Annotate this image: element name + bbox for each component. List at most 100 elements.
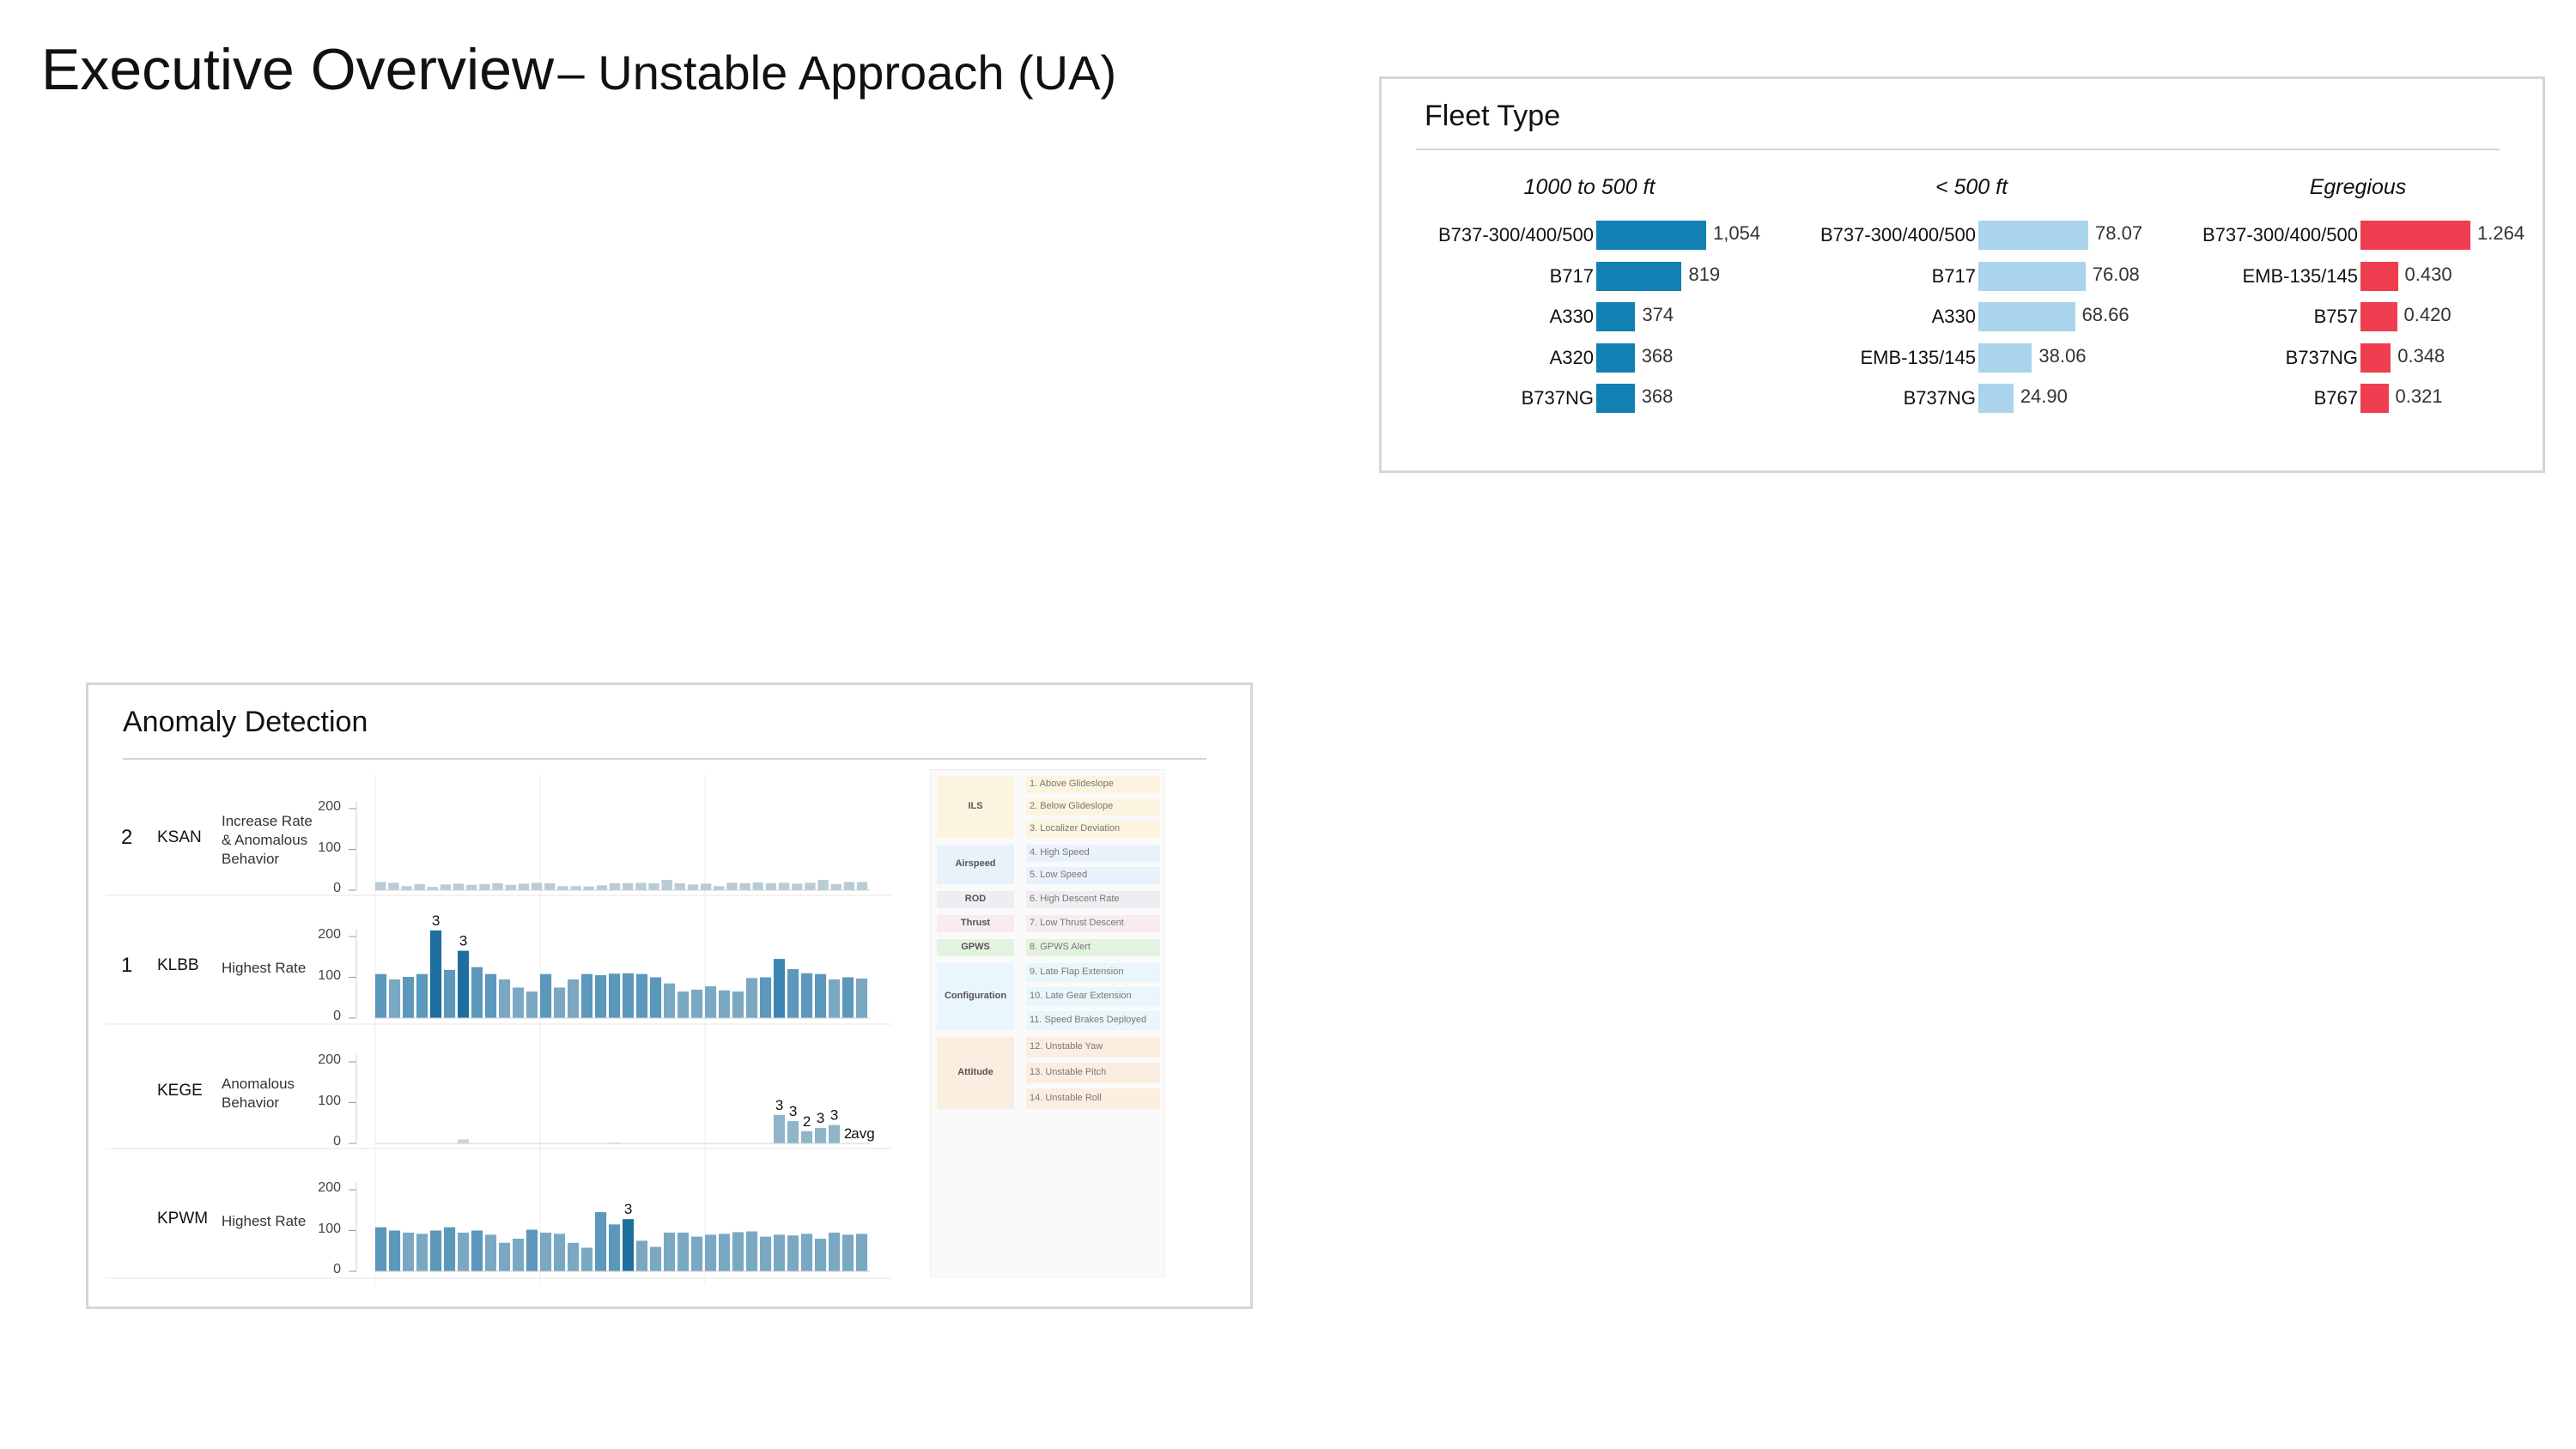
anomaly-bar: [677, 991, 690, 1018]
anomaly-bar: [842, 977, 854, 1018]
fleet-bar-label: B757: [2313, 306, 2358, 327]
legend-item: 13. Unstable Pitch: [1030, 1067, 1107, 1077]
anomaly-bar: [815, 973, 827, 1018]
anomaly-bar: [531, 882, 543, 890]
anomaly-bar: [623, 1219, 635, 1271]
anomaly-bar: [732, 991, 744, 1018]
anomaly-bar: [752, 882, 763, 890]
anomaly-bar: [739, 882, 750, 890]
anomaly-bar: [444, 1227, 456, 1271]
fleet-bar-label: B767: [2313, 387, 2358, 409]
anomaly-bar: [403, 977, 415, 1018]
anomaly-bar: [540, 1232, 552, 1271]
anomaly-bar: [664, 1232, 676, 1271]
anomaly-bar: [430, 930, 442, 1018]
anomaly-bar: [746, 978, 758, 1018]
anomaly-bar: [570, 886, 581, 891]
legend-item: 14. Unstable Roll: [1030, 1093, 1102, 1103]
anomaly-bar: [774, 1114, 786, 1144]
anomaly-bar: [485, 973, 497, 1018]
anomaly-bar: [674, 882, 685, 890]
fleet-bar-label: A330: [1549, 306, 1594, 327]
fleet-bar: [1596, 302, 1636, 331]
anomaly-bar: [401, 886, 412, 891]
anomaly-bar: [664, 983, 676, 1018]
anomaly-bar: [375, 1227, 387, 1271]
anomaly-bar: [526, 991, 538, 1018]
anomaly-bar: [700, 883, 712, 890]
anomaly-bar: [650, 1246, 662, 1271]
fleet-bar: [1596, 221, 1706, 250]
anomaly-bar: [414, 883, 425, 890]
page-title: Executive Overview – Unstable Approach (…: [41, 36, 1116, 103]
fleet-bar: [1978, 261, 2086, 291]
legend-item: 12. Unstable Yaw: [1030, 1041, 1103, 1052]
anomaly-bar: [583, 886, 594, 890]
legend-item: 1. Above Glideslope: [1030, 779, 1114, 789]
fleet-bar: [1596, 261, 1682, 291]
fleet-bar: [1978, 343, 2032, 373]
anomaly-bar: [746, 1231, 758, 1271]
anomaly-bar: [843, 882, 855, 890]
anomaly-bar: [635, 882, 647, 890]
anomaly-bar: [778, 882, 790, 890]
anomaly-bar: [829, 1125, 841, 1143]
anomaly-bar: [623, 882, 634, 890]
fleet-bar-label: B737-300/400/500: [1820, 224, 1976, 246]
anomaly-bar-label: 3: [775, 1097, 783, 1113]
anomaly-bar: [458, 1139, 470, 1144]
anomaly-bar: [458, 1232, 470, 1271]
anomaly-bar: [774, 1234, 786, 1272]
anomaly-bar: [787, 969, 799, 1018]
anomaly-bar: [719, 990, 731, 1018]
anomaly-bar: [458, 950, 470, 1018]
page-title-sub: – Unstable Approach (UA): [557, 45, 1117, 100]
anomaly-bar: [526, 1229, 538, 1271]
anomaly-bar-chart: 333 32 3 32avg3: [106, 775, 891, 1286]
legend-category: Configuration: [944, 991, 1007, 1001]
anomaly-bar: [427, 887, 438, 890]
fleet-bar-value: 1.264: [2477, 222, 2525, 244]
fleet-bar: [1978, 302, 2075, 331]
anomaly-bar: [856, 1234, 868, 1271]
anomaly-bar: [801, 1234, 813, 1271]
fleet-bar: [2360, 343, 2391, 373]
anomaly-bar-label: 2: [803, 1113, 811, 1130]
anomaly-bar: [505, 884, 516, 890]
anomaly-bar: [430, 1230, 442, 1271]
legend-category: GPWS: [961, 942, 990, 952]
anomaly-bar: [856, 882, 868, 890]
fleet-bar-value: 374: [1642, 304, 1674, 325]
legend-item: 6. High Descent Rate: [1030, 894, 1120, 904]
anomaly-bar: [815, 1128, 827, 1144]
anomaly-bar: [636, 973, 648, 1018]
fleet-bar: [1978, 221, 2088, 250]
anomaly-bar: [388, 882, 399, 890]
anomaly-bar: [609, 1224, 621, 1271]
fleet-bar: [2360, 302, 2397, 331]
anomaly-bar: [856, 978, 868, 1018]
fleet-bar-value: 78.07: [2095, 222, 2143, 244]
anomaly-bar: [540, 973, 552, 1018]
anomaly-bar: [765, 882, 777, 890]
legend-category: ROD: [964, 894, 987, 904]
anomaly-bar: [375, 882, 386, 890]
fleet-bar-label: B737-300/400/500: [2202, 224, 2358, 246]
anomaly-bar: [830, 883, 841, 890]
legend-item: 5. Low Speed: [1030, 870, 1088, 880]
fleet-bar-value: 0.430: [2404, 263, 2452, 285]
fleet-bar: [2360, 261, 2398, 291]
anomaly-bar: [492, 882, 503, 890]
anomaly-bar: [375, 973, 387, 1018]
anomaly-bar: [787, 1120, 799, 1143]
anomaly-bar: [687, 884, 699, 890]
legend-category: Thrust: [960, 918, 991, 928]
anomaly-bar: [760, 1236, 772, 1271]
fleet-bar: [2360, 221, 2470, 250]
anomaly-bar-label: 3: [432, 912, 440, 929]
anomaly-bar-label: 3: [789, 1103, 797, 1119]
fleet-column-title: 1000 to 500 ft: [1523, 175, 1656, 199]
anomaly-bar: [416, 973, 428, 1018]
fleet-bar-label: B737NG: [1903, 387, 1976, 409]
legend-category: Attitude: [957, 1067, 993, 1077]
